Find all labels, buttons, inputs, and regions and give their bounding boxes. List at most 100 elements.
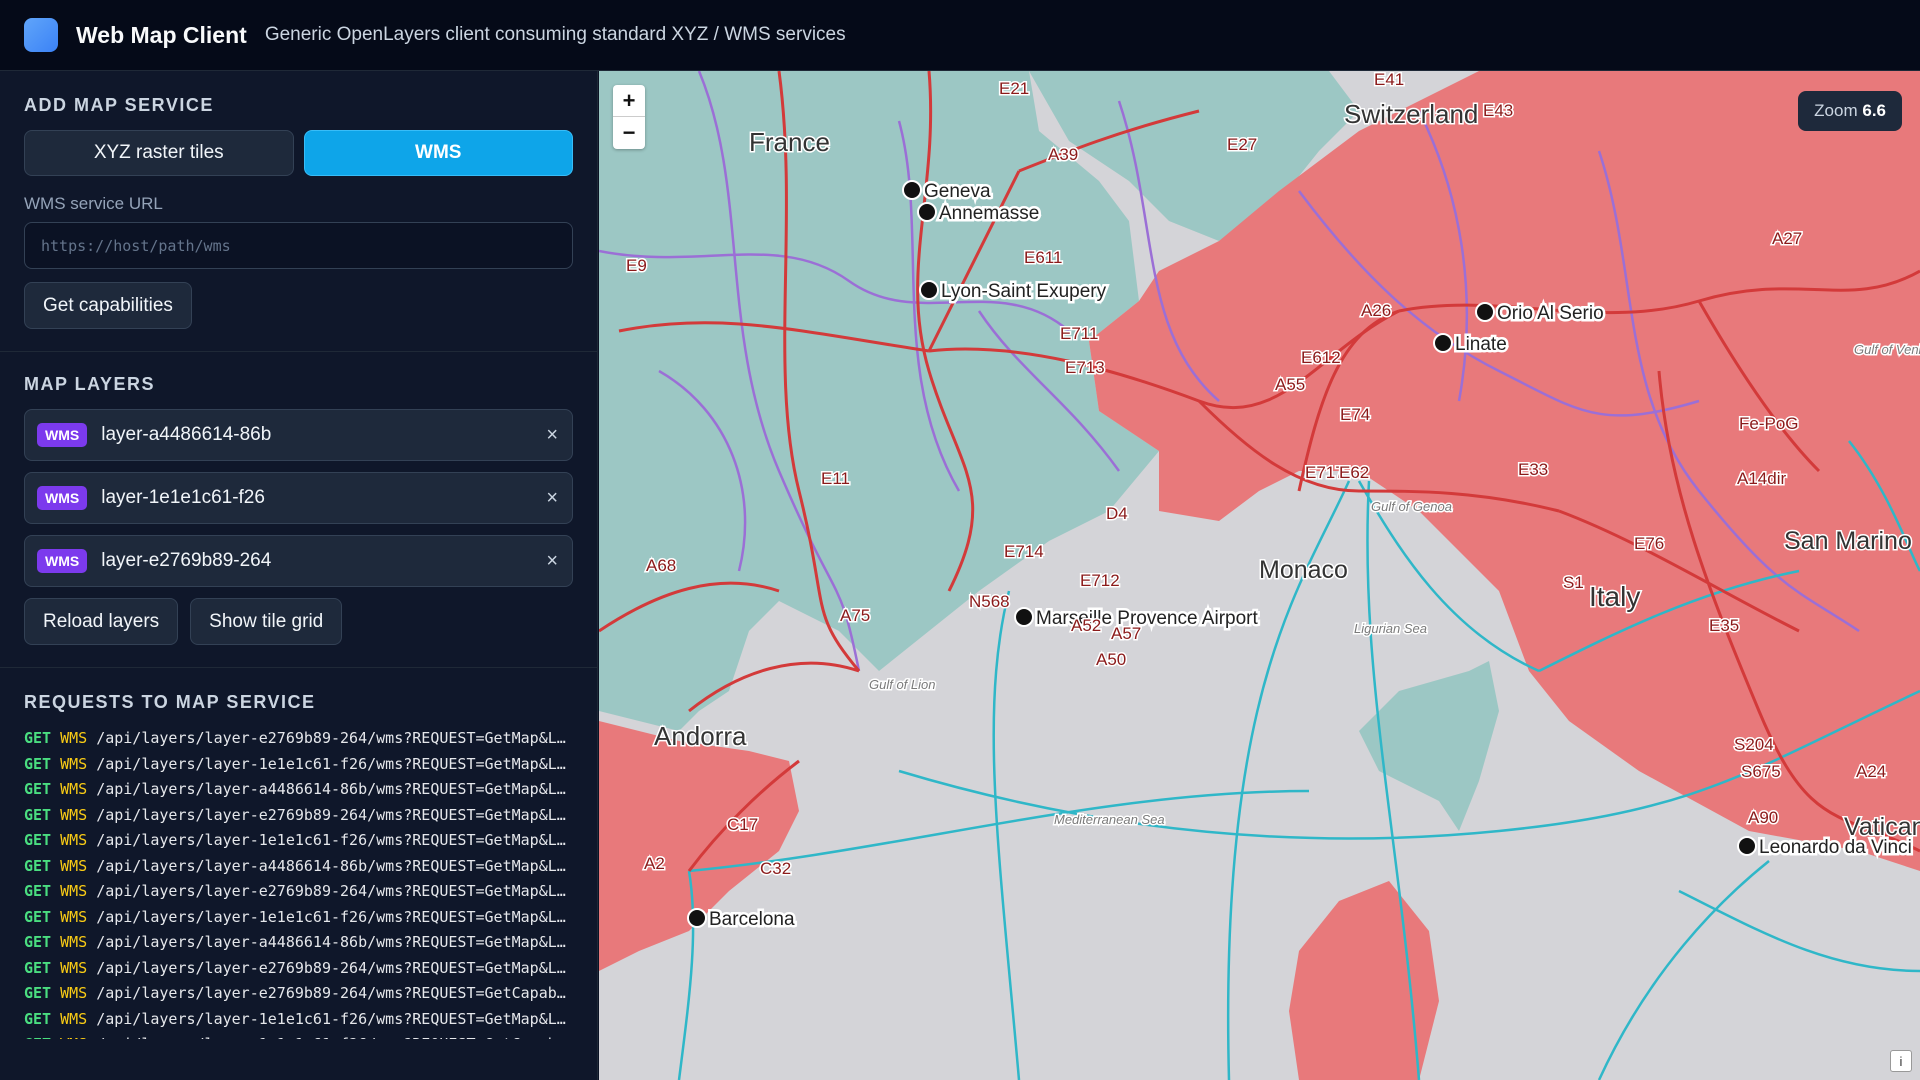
airport-marker-icon (917, 202, 937, 222)
wms-badge: WMS (37, 486, 88, 510)
road-label: E41 (1374, 71, 1404, 89)
wms-badge: WMS (37, 423, 88, 447)
request-log-line: GET WMS/api/layers/layer-1e1e1c61-f26/wms… (24, 755, 569, 781)
request-log-line: GET WMS/api/layers/layer-e2769b89-264/wms… (24, 984, 569, 1010)
request-log-line: GET WMS/api/layers/layer-e2769b89-264/wms… (24, 729, 569, 755)
road-label: A14dir (1737, 469, 1786, 488)
layer-actions: Reload layers Show tile grid (24, 598, 573, 645)
request-method: GET (24, 805, 52, 824)
water-label: Gulf of Lion (869, 677, 936, 692)
request-path: /api/layers/layer-1e1e1c61-f26/wms?REQUE… (96, 1009, 569, 1028)
place-label: Italy (1589, 581, 1640, 612)
road-label: E43 (1483, 101, 1513, 120)
top-bar: Web Map Client Generic OpenLayers client… (0, 0, 1920, 71)
road-label: A55 (1275, 375, 1305, 394)
wms-tab-button[interactable]: WMS (303, 130, 573, 176)
place-label: Switzerland (1344, 99, 1478, 129)
wms-badge: WMS (37, 549, 88, 573)
layer-name: layer-1e1e1c61-f26 (101, 487, 265, 508)
water-label: Gulf of Genoa (1371, 499, 1452, 514)
airport-marker-icon (1433, 333, 1453, 353)
layer-name: layer-a4486614-86b (101, 424, 272, 445)
request-service: WMS (60, 984, 88, 1002)
road-label: E62 (1339, 463, 1369, 482)
water-label: Mediterranean Sea (1054, 812, 1165, 827)
attribution-info-button[interactable]: i (1890, 1050, 1912, 1072)
service-type-toggle: XYZ raster tiles WMS (24, 130, 573, 176)
request-method: GET (24, 1009, 52, 1028)
request-path: /api/layers/layer-e2769b89-264/wms?REQUE… (96, 958, 569, 977)
zoom-value: 6.6 (1862, 101, 1886, 120)
map-view[interactable]: France Switzerland Andorra Monaco Italy San M… (599, 71, 1920, 1080)
app-logo-icon (24, 18, 58, 52)
reload-layers-button[interactable]: Reload layers (24, 598, 179, 645)
road-label: S675 (1741, 762, 1781, 781)
airport-marker-icon (1475, 302, 1495, 322)
airport-label: Lyon-Saint Exupery (941, 281, 1107, 302)
map-layers-title: MAP LAYERS (24, 374, 156, 394)
wms-url-input[interactable] (24, 222, 573, 269)
remove-layer-icon[interactable]: × (546, 487, 558, 510)
request-method: GET (24, 907, 52, 926)
water-label: Gulf of Venice (1854, 342, 1920, 357)
request-service: WMS (60, 907, 88, 926)
road-label: A52 (1071, 616, 1101, 635)
road-label: E9 (626, 256, 647, 275)
road-label: A26 (1361, 301, 1391, 320)
request-log-line: GET WMS/api/layers/layer-a4486614-86b/wms… (24, 933, 569, 959)
water-label: Ligurian Sea (1354, 621, 1427, 636)
app-subtitle: Generic OpenLayers client consuming stan… (264, 24, 846, 45)
request-log[interactable]: GET WMS/api/layers/layer-e2769b89-264/wms… (24, 729, 573, 1039)
road-label: A39 (1048, 145, 1078, 164)
layer-item[interactable]: WMS layer-1e1e1c61-f26 × (24, 472, 573, 524)
road-label: E35 (1709, 616, 1739, 635)
request-service: WMS (60, 933, 88, 951)
road-label: A68 (646, 556, 676, 575)
request-path: /api/layers/layer-a4486614-86b/wms?REQUE… (96, 856, 569, 875)
road-label: A57 (1111, 624, 1141, 643)
zoom-out-button[interactable]: − (613, 117, 645, 149)
road-label: E714 (1004, 542, 1044, 561)
request-method: GET (24, 1035, 51, 1039)
xyz-tab-button[interactable]: XYZ raster tiles (24, 130, 294, 176)
airport-marker-icon (1014, 607, 1034, 627)
request-method: GET (24, 958, 52, 977)
airport-marker-icon (919, 280, 939, 300)
road-label: E33 (1518, 460, 1548, 479)
request-path: /api/layers/layer-1e1e1c61-f26/wms?REQUE… (96, 831, 569, 849)
request-service: WMS (60, 958, 88, 977)
request-service: WMS (60, 754, 88, 773)
road-label: E713 (1065, 358, 1105, 377)
requests-title: REQUESTS TO MAP SERVICE (24, 692, 316, 712)
road-label: E611 (1024, 248, 1062, 267)
road-label: E76 (1634, 534, 1664, 553)
request-path: /api/layers/layer-e2769b89-264/wms?REQUE… (96, 882, 569, 900)
airport-label: Orio Al Serio (1497, 303, 1604, 324)
request-service: WMS (60, 882, 88, 900)
layer-item[interactable]: WMS layer-a4486614-86b × (24, 409, 573, 461)
request-log-line: GET WMS/api/layers/layer-1e1e1c61-f26/wms… (24, 1010, 569, 1036)
app-title: Web Map Client (76, 21, 247, 48)
layer-item[interactable]: WMS layer-e2769b89-264 × (24, 535, 573, 587)
zoom-in-button[interactable]: + (613, 85, 645, 117)
remove-layer-icon[interactable]: × (546, 424, 558, 447)
request-path: /api/layers/layer-e2769b89-264/wms?REQUE… (96, 729, 569, 747)
road-label: C17 (727, 815, 758, 834)
road-label: A75 (840, 606, 870, 625)
road-label: E27 (1227, 135, 1257, 154)
road-label: E711 (1060, 324, 1098, 343)
road-label: A2 (644, 854, 665, 873)
request-service: WMS (60, 729, 88, 747)
sidebar: ADD MAP SERVICE XYZ raster tiles WMS WMS… (0, 71, 598, 1080)
request-method: GET (24, 754, 52, 773)
requests-section: REQUESTS TO MAP SERVICE GET WMS/api/layer… (0, 668, 597, 1039)
request-path: /api/layers/layer-1e1e1c61-f26/wms?REQUE… (96, 1035, 569, 1039)
request-method: GET (24, 984, 52, 1002)
remove-layer-icon[interactable]: × (546, 550, 558, 573)
place-label: Andorra (654, 721, 747, 751)
airport-marker-icon (687, 908, 707, 928)
show-tile-grid-button[interactable]: Show tile grid (190, 598, 343, 645)
request-method: GET (24, 831, 52, 849)
get-capabilities-button[interactable]: Get capabilities (24, 282, 192, 329)
url-field-label: WMS service URL (24, 194, 163, 213)
